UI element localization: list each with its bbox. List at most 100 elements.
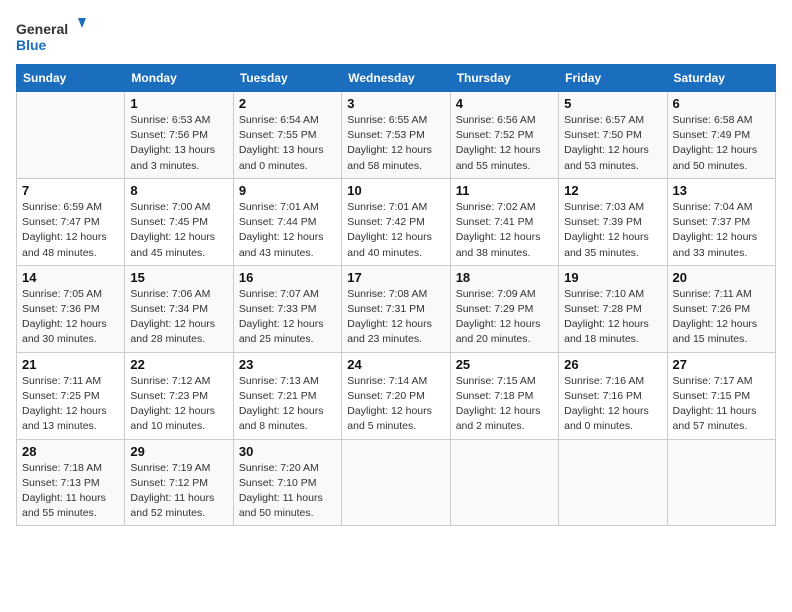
- day-number: 20: [673, 270, 770, 285]
- weekday-header-tuesday: Tuesday: [233, 65, 341, 92]
- day-info: Sunrise: 7:16 AMSunset: 7:16 PMDaylight:…: [564, 374, 661, 435]
- day-info: Sunrise: 7:01 AMSunset: 7:42 PMDaylight:…: [347, 200, 444, 261]
- day-number: 10: [347, 183, 444, 198]
- day-number: 22: [130, 357, 227, 372]
- weekday-header-friday: Friday: [559, 65, 667, 92]
- day-info: Sunrise: 7:11 AMSunset: 7:25 PMDaylight:…: [22, 374, 119, 435]
- logo-icon: General Blue: [16, 16, 86, 56]
- day-number: 28: [22, 444, 119, 459]
- week-row-5: 28 Sunrise: 7:18 AMSunset: 7:13 PMDayligh…: [17, 439, 776, 526]
- day-cell: 8Sunrise: 7:00 AMSunset: 7:45 PMDaylight…: [125, 178, 233, 265]
- day-cell: 21 Sunrise: 7:11 AMSunset: 7:25 PMDayligh…: [17, 352, 125, 439]
- day-info: Sunrise: 7:04 AMSunset: 7:37 PMDaylight:…: [673, 200, 770, 261]
- day-number: 7: [22, 183, 119, 198]
- day-info: Sunrise: 7:07 AMSunset: 7:33 PMDaylight:…: [239, 287, 336, 348]
- day-number: 17: [347, 270, 444, 285]
- day-cell: 1 Sunrise: 6:53 AMSunset: 7:56 PMDaylight…: [125, 92, 233, 179]
- week-row-3: 14 Sunrise: 7:05 AMSunset: 7:36 PMDayligh…: [17, 265, 776, 352]
- day-number: 21: [22, 357, 119, 372]
- day-cell: 4 Sunrise: 6:56 AMSunset: 7:52 PMDaylight…: [450, 92, 558, 179]
- day-cell: 24Sunrise: 7:14 AMSunset: 7:20 PMDayligh…: [342, 352, 450, 439]
- day-cell: 2Sunrise: 6:54 AMSunset: 7:55 PMDaylight…: [233, 92, 341, 179]
- day-number: 19: [564, 270, 661, 285]
- day-cell: 19 Sunrise: 7:10 AMSunset: 7:28 PMDayligh…: [559, 265, 667, 352]
- day-info: Sunrise: 7:00 AMSunset: 7:45 PMDaylight:…: [130, 200, 227, 261]
- day-info: Sunrise: 7:08 AMSunset: 7:31 PMDaylight:…: [347, 287, 444, 348]
- day-info: Sunrise: 7:19 AMSunset: 7:12 PMDaylight:…: [130, 461, 227, 522]
- day-number: 6: [673, 96, 770, 111]
- day-cell: 11 Sunrise: 7:02 AMSunset: 7:41 PMDayligh…: [450, 178, 558, 265]
- day-info: Sunrise: 7:17 AMSunset: 7:15 PMDaylight:…: [673, 374, 770, 435]
- day-info: Sunrise: 7:20 AMSunset: 7:10 PMDaylight:…: [239, 461, 336, 522]
- day-cell: 5Sunrise: 6:57 AMSunset: 7:50 PMDaylight…: [559, 92, 667, 179]
- weekday-header-sunday: Sunday: [17, 65, 125, 92]
- day-cell: 30 Sunrise: 7:20 AMSunset: 7:10 PMDayligh…: [233, 439, 341, 526]
- day-info: Sunrise: 7:18 AMSunset: 7:13 PMDaylight:…: [22, 461, 119, 522]
- day-cell: 16 Sunrise: 7:07 AMSunset: 7:33 PMDayligh…: [233, 265, 341, 352]
- day-info: Sunrise: 6:55 AMSunset: 7:53 PMDaylight:…: [347, 113, 444, 174]
- day-number: 13: [673, 183, 770, 198]
- day-cell: 27Sunrise: 7:17 AMSunset: 7:15 PMDayligh…: [667, 352, 775, 439]
- day-cell: [342, 439, 450, 526]
- day-number: 1: [130, 96, 227, 111]
- day-number: 4: [456, 96, 553, 111]
- day-info: Sunrise: 7:13 AMSunset: 7:21 PMDaylight:…: [239, 374, 336, 435]
- day-number: 12: [564, 183, 661, 198]
- day-cell: [450, 439, 558, 526]
- day-info: Sunrise: 7:02 AMSunset: 7:41 PMDaylight:…: [456, 200, 553, 261]
- day-info: Sunrise: 7:01 AMSunset: 7:44 PMDaylight:…: [239, 200, 336, 261]
- day-info: Sunrise: 7:12 AMSunset: 7:23 PMDaylight:…: [130, 374, 227, 435]
- day-info: Sunrise: 7:15 AMSunset: 7:18 PMDaylight:…: [456, 374, 553, 435]
- day-cell: 10 Sunrise: 7:01 AMSunset: 7:42 PMDayligh…: [342, 178, 450, 265]
- svg-text:General: General: [16, 21, 68, 37]
- day-cell: 28 Sunrise: 7:18 AMSunset: 7:13 PMDayligh…: [17, 439, 125, 526]
- day-number: 23: [239, 357, 336, 372]
- day-number: 14: [22, 270, 119, 285]
- logo: General Blue: [16, 16, 86, 56]
- day-info: Sunrise: 7:10 AMSunset: 7:28 PMDaylight:…: [564, 287, 661, 348]
- svg-text:Blue: Blue: [16, 37, 47, 53]
- day-number: 25: [456, 357, 553, 372]
- day-cell: [667, 439, 775, 526]
- day-cell: 25 Sunrise: 7:15 AMSunset: 7:18 PMDayligh…: [450, 352, 558, 439]
- day-info: Sunrise: 7:05 AMSunset: 7:36 PMDaylight:…: [22, 287, 119, 348]
- day-cell: 18 Sunrise: 7:09 AMSunset: 7:29 PMDayligh…: [450, 265, 558, 352]
- week-row-1: 1 Sunrise: 6:53 AMSunset: 7:56 PMDaylight…: [17, 92, 776, 179]
- day-number: 2: [239, 96, 336, 111]
- day-cell: 3 Sunrise: 6:55 AMSunset: 7:53 PMDaylight…: [342, 92, 450, 179]
- day-number: 30: [239, 444, 336, 459]
- day-cell: 7Sunrise: 6:59 AMSunset: 7:47 PMDaylight…: [17, 178, 125, 265]
- week-row-2: 7Sunrise: 6:59 AMSunset: 7:47 PMDaylight…: [17, 178, 776, 265]
- day-cell: [559, 439, 667, 526]
- day-cell: 14 Sunrise: 7:05 AMSunset: 7:36 PMDayligh…: [17, 265, 125, 352]
- day-number: 24: [347, 357, 444, 372]
- day-info: Sunrise: 6:53 AMSunset: 7:56 PMDaylight:…: [130, 113, 227, 174]
- day-cell: 15Sunrise: 7:06 AMSunset: 7:34 PMDayligh…: [125, 265, 233, 352]
- day-cell: 12 Sunrise: 7:03 AMSunset: 7:39 PMDayligh…: [559, 178, 667, 265]
- day-info: Sunrise: 7:03 AMSunset: 7:39 PMDaylight:…: [564, 200, 661, 261]
- day-info: Sunrise: 6:56 AMSunset: 7:52 PMDaylight:…: [456, 113, 553, 174]
- day-number: 16: [239, 270, 336, 285]
- page-header: General Blue: [16, 16, 776, 56]
- day-number: 11: [456, 183, 553, 198]
- day-cell: 23 Sunrise: 7:13 AMSunset: 7:21 PMDayligh…: [233, 352, 341, 439]
- day-cell: 6 Sunrise: 6:58 AMSunset: 7:49 PMDaylight…: [667, 92, 775, 179]
- day-cell: 22 Sunrise: 7:12 AMSunset: 7:23 PMDayligh…: [125, 352, 233, 439]
- day-number: 18: [456, 270, 553, 285]
- day-cell: [17, 92, 125, 179]
- day-info: Sunrise: 7:06 AMSunset: 7:34 PMDaylight:…: [130, 287, 227, 348]
- weekday-header-thursday: Thursday: [450, 65, 558, 92]
- day-info: Sunrise: 7:09 AMSunset: 7:29 PMDaylight:…: [456, 287, 553, 348]
- day-info: Sunrise: 6:57 AMSunset: 7:50 PMDaylight:…: [564, 113, 661, 174]
- weekday-header-monday: Monday: [125, 65, 233, 92]
- day-cell: 17 Sunrise: 7:08 AMSunset: 7:31 PMDayligh…: [342, 265, 450, 352]
- calendar-table: SundayMondayTuesdayWednesdayThursdayFrid…: [16, 64, 776, 526]
- day-cell: 13 Sunrise: 7:04 AMSunset: 7:37 PMDayligh…: [667, 178, 775, 265]
- day-number: 3: [347, 96, 444, 111]
- weekday-header-saturday: Saturday: [667, 65, 775, 92]
- day-number: 26: [564, 357, 661, 372]
- day-cell: 26 Sunrise: 7:16 AMSunset: 7:16 PMDayligh…: [559, 352, 667, 439]
- weekday-header-row: SundayMondayTuesdayWednesdayThursdayFrid…: [17, 65, 776, 92]
- day-info: Sunrise: 7:11 AMSunset: 7:26 PMDaylight:…: [673, 287, 770, 348]
- day-info: Sunrise: 6:58 AMSunset: 7:49 PMDaylight:…: [673, 113, 770, 174]
